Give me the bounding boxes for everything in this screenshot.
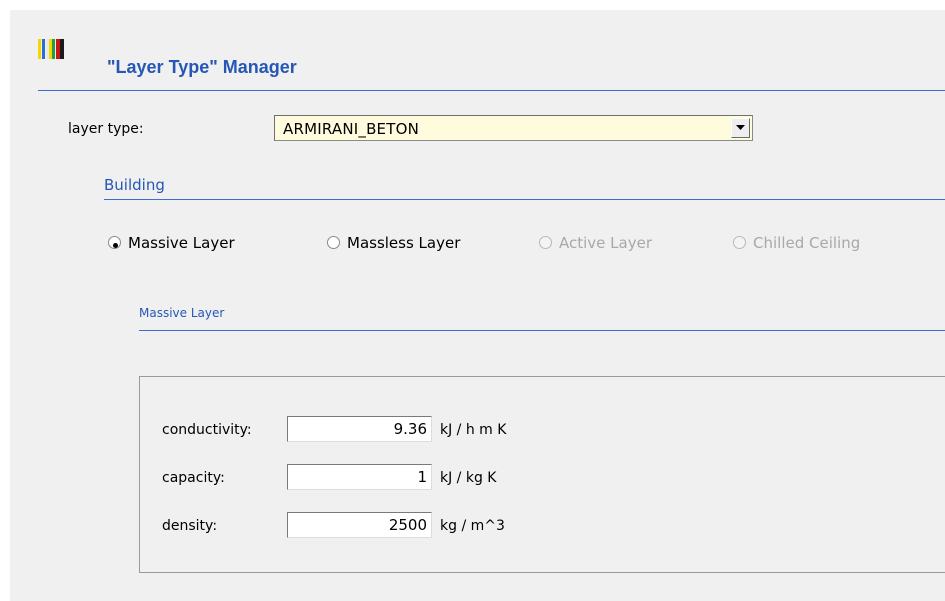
radio-label: Massless Layer bbox=[347, 234, 461, 252]
dropdown-button[interactable] bbox=[731, 118, 750, 138]
chevron-down-icon bbox=[736, 125, 745, 130]
density-input[interactable]: 2500 bbox=[287, 512, 432, 538]
building-divider bbox=[104, 199, 945, 200]
title-divider bbox=[38, 90, 945, 91]
radio-circle-icon bbox=[327, 236, 340, 249]
capacity-unit: kJ / kg K bbox=[440, 470, 497, 486]
building-heading: Building bbox=[104, 176, 165, 194]
conductivity-input[interactable]: 9.36 bbox=[287, 416, 432, 442]
capacity-input[interactable]: 1 bbox=[287, 464, 432, 490]
conductivity-label: conductivity: bbox=[162, 422, 252, 438]
properties-group-box bbox=[139, 376, 945, 573]
density-label: density: bbox=[162, 518, 218, 534]
radio-label: Massive Layer bbox=[128, 234, 235, 252]
radio-circle-icon bbox=[539, 236, 552, 249]
radio-label: Chilled Ceiling bbox=[753, 234, 861, 252]
layer-type-label: layer type: bbox=[68, 121, 144, 137]
page-title: "Layer Type" Manager bbox=[107, 57, 297, 77]
density-unit: kg / m^3 bbox=[440, 518, 505, 534]
radio-circle-icon bbox=[108, 236, 121, 249]
radio-label: Active Layer bbox=[559, 234, 652, 252]
app-logo-icon bbox=[38, 39, 96, 59]
layer-type-value: ARMIRANI_BETON bbox=[283, 120, 420, 138]
layer-type-select[interactable]: ARMIRANI_BETON bbox=[274, 115, 753, 141]
conductivity-unit: kJ / h m K bbox=[440, 422, 507, 438]
capacity-label: capacity: bbox=[162, 470, 225, 486]
radio-circle-icon bbox=[733, 236, 746, 249]
massive-layer-divider bbox=[139, 330, 945, 331]
massive-layer-heading: Massive Layer bbox=[139, 306, 225, 320]
